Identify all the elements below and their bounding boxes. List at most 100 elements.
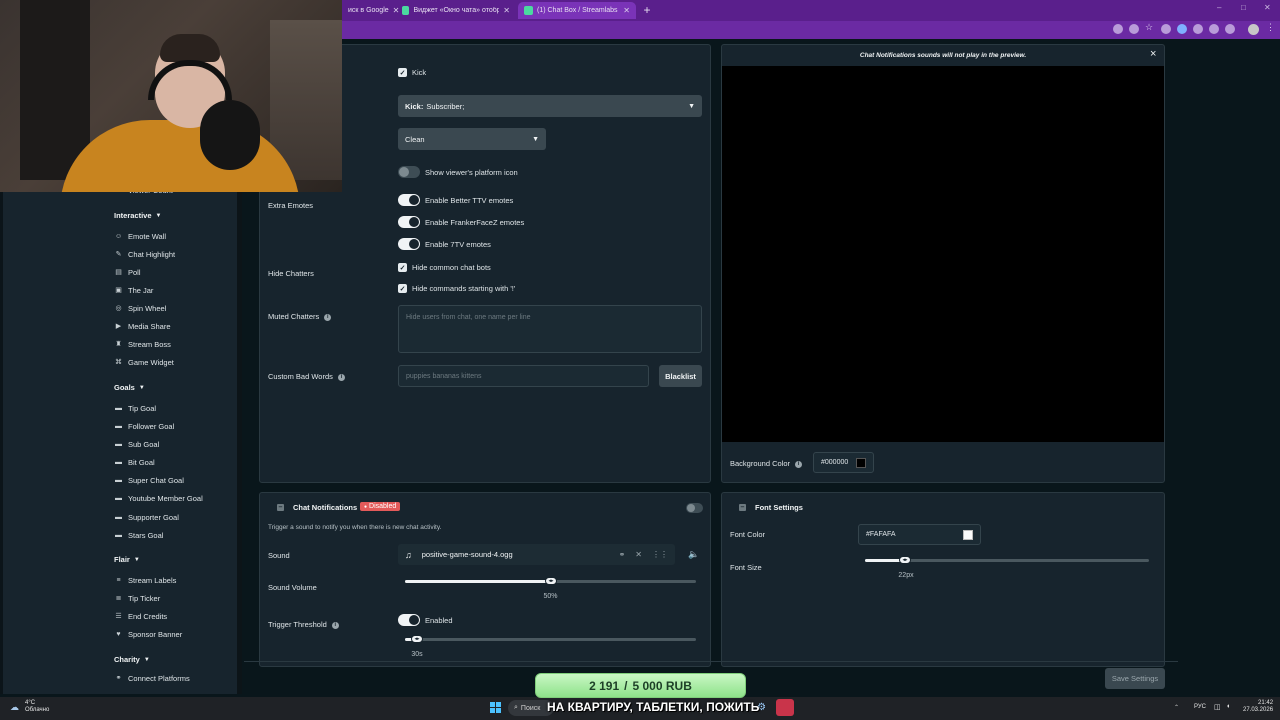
ffz-toggle[interactable]: [398, 216, 420, 228]
sidebar-item-stream-labels[interactable]: ≡ Stream Labels: [115, 576, 176, 585]
network-icon[interactable]: ◫: [1214, 703, 1221, 711]
sidebar-section-interactive[interactable]: Interactive ▼: [114, 211, 161, 220]
windows-start-icon[interactable]: [490, 702, 501, 713]
hide-bots-option[interactable]: ✓ Hide common chat bots: [398, 263, 491, 272]
browser-tab[interactable]: иск в Google ✕: [342, 2, 399, 19]
sidebar-item-the-jar[interactable]: ▣ The Jar: [115, 286, 153, 295]
sidebar-section-goals[interactable]: Goals ▼: [114, 383, 145, 392]
close-tab-icon[interactable]: ✕: [503, 6, 510, 15]
extension-icon[interactable]: [1225, 24, 1235, 34]
sidebar-item-emote-wall[interactable]: ☺ Emote Wall: [115, 232, 166, 241]
extension-icon[interactable]: [1129, 24, 1139, 34]
sidebar-item-chat-highlight[interactable]: ✎ Chat Highlight: [115, 250, 176, 259]
close-tab-icon[interactable]: ✕: [623, 6, 630, 15]
extension-icon[interactable]: [1161, 24, 1171, 34]
ffz-option[interactable]: Enable FrankerFaceZ emotes: [398, 216, 524, 228]
show-platform-icon-toggle[interactable]: [398, 166, 420, 178]
sidebar-item-label: Connect Platforms: [128, 674, 190, 683]
sidebar-item-game-widget[interactable]: ⌘ Game Widget: [115, 358, 174, 367]
link-icon[interactable]: ⚭: [619, 550, 626, 559]
clock[interactable]: 21:42 27.03.2026: [1243, 700, 1273, 714]
volume-slider[interactable]: ◂▸: [405, 577, 696, 585]
profile-avatar[interactable]: [1248, 24, 1259, 35]
sidebar-item-super-chat-goal[interactable]: ▬ Super Chat Goal: [115, 476, 184, 485]
more-menu-icon[interactable]: ⋮: [1266, 22, 1276, 32]
sidebar-item-sub-goal[interactable]: ▬ Sub Goal: [115, 440, 159, 449]
threshold-toggle[interactable]: [398, 614, 420, 626]
font-color-swatch[interactable]: [963, 529, 973, 540]
bad-words-input[interactable]: puppies bananas kittens: [398, 365, 649, 387]
threshold-slider[interactable]: ◂▸: [405, 635, 696, 643]
blacklist-button[interactable]: Blacklist: [659, 365, 702, 387]
sidebar-item-connect-platforms[interactable]: ⚭ Connect Platforms: [115, 674, 190, 683]
close-window-button[interactable]: ✕: [1264, 3, 1271, 12]
sidebar-item-follower-goal[interactable]: ▬ Follower Goal: [115, 422, 174, 431]
collapse-icon[interactable]: –: [739, 504, 746, 511]
sidebar-item-media-share[interactable]: ▶ Media Share: [115, 322, 171, 331]
hide-commands-checkbox[interactable]: ✓: [398, 284, 407, 293]
7tv-option[interactable]: Enable 7TV emotes: [398, 238, 491, 250]
sidebar-item-sponsor-banner[interactable]: ♥ Sponsor Banner: [115, 630, 182, 639]
kick-checkbox[interactable]: ✓: [398, 68, 407, 77]
background-color-input[interactable]: #000000: [813, 452, 874, 473]
hide-commands-option[interactable]: ✓ Hide commands starting with '!': [398, 284, 515, 293]
sidebar-item-supporter-goal[interactable]: ▬ Supporter Goal: [115, 513, 179, 522]
collapse-icon[interactable]: –: [277, 504, 284, 511]
theme-select[interactable]: Clean ▼: [398, 128, 546, 150]
browser-tab[interactable]: Виджет «Окно чата» отображае ✕: [396, 2, 516, 19]
sidebar-item-poll[interactable]: ▤ Poll: [115, 268, 140, 277]
maximize-button[interactable]: □: [1241, 3, 1246, 12]
info-icon[interactable]: i: [337, 373, 345, 381]
sound-file-field[interactable]: ♫ positive-game-sound-4.ogg ⚭ ✕ ⋮⋮: [398, 544, 675, 565]
sidebar-item-stars-goal[interactable]: ▬ Stars Goal: [115, 531, 163, 540]
taskbar-app-icon[interactable]: [776, 699, 794, 716]
new-tab-button[interactable]: +: [640, 2, 654, 18]
show-platform-icon-option[interactable]: Show viewer's platform icon: [398, 166, 518, 178]
minimize-button[interactable]: –: [1217, 3, 1221, 12]
sidebar-item-tip-goal[interactable]: ▬ Tip Goal: [115, 404, 156, 413]
weather-widget[interactable]: 4°C Облачно: [25, 700, 49, 714]
grid-icon[interactable]: ⋮⋮: [652, 550, 668, 559]
close-notice-icon[interactable]: ×: [1150, 49, 1156, 60]
sidebar-item-end-credits[interactable]: ☰ End Credits: [115, 612, 167, 621]
font-color-input[interactable]: #FAFAFA: [858, 524, 981, 545]
language-indicator[interactable]: РУС: [1194, 704, 1206, 710]
extension-icon[interactable]: [1177, 24, 1187, 34]
font-size-slider[interactable]: ◂▸: [865, 556, 1149, 564]
extension-icon[interactable]: [1113, 24, 1123, 34]
sidebar-item-tip-ticker[interactable]: ≣ Tip Ticker: [115, 594, 161, 603]
kick-option[interactable]: ✓ Kick: [398, 68, 426, 77]
sidebar-section-charity[interactable]: Charity ▼: [114, 655, 150, 664]
save-settings-button[interactable]: Save Settings: [1105, 668, 1165, 689]
info-icon[interactable]: i: [324, 313, 332, 321]
speaker-icon[interactable]: 🔈: [688, 549, 699, 560]
background-color-swatch[interactable]: [856, 457, 866, 468]
extension-icon[interactable]: [1209, 24, 1219, 34]
info-icon[interactable]: i: [331, 621, 339, 629]
notifications-toggle[interactable]: [686, 503, 703, 513]
extension-icon[interactable]: [1193, 24, 1203, 34]
sidebar-section-flair[interactable]: Flair ▼: [114, 555, 140, 564]
threshold-slider-handle[interactable]: ◂▸: [411, 635, 423, 643]
gamepad-icon: ⌘: [115, 359, 122, 366]
sidebar-item-stream-boss[interactable]: ♜ Stream Boss: [115, 340, 171, 349]
goal-icon: ▬: [115, 532, 122, 539]
info-icon[interactable]: i: [795, 460, 803, 468]
bttv-option[interactable]: Enable Better TTV emotes: [398, 194, 513, 206]
volume-icon[interactable]: ◖: [1226, 703, 1230, 710]
sidebar-item-bit-goal[interactable]: ▬ Bit Goal: [115, 458, 155, 467]
volume-slider-handle[interactable]: ◂▸: [545, 577, 557, 585]
threshold-enabled-option[interactable]: Enabled: [398, 614, 453, 626]
sidebar-item-youtube-member-goal[interactable]: ▬ Youtube Member Goal: [115, 494, 203, 503]
hide-bots-checkbox[interactable]: ✓: [398, 263, 407, 272]
tray-chevron-icon[interactable]: ⌃: [1174, 704, 1179, 711]
bttv-toggle[interactable]: [398, 194, 420, 206]
star-icon[interactable]: ☆: [1145, 22, 1155, 32]
platform-select[interactable]: Kick: Subscriber; ▼: [398, 95, 702, 117]
font-size-slider-handle[interactable]: ◂▸: [899, 556, 911, 564]
muted-chatters-textarea[interactable]: Hide users from chat, one name per line: [398, 305, 702, 353]
7tv-toggle[interactable]: [398, 238, 420, 250]
clear-icon[interactable]: ✕: [635, 550, 642, 559]
browser-tab-active[interactable]: (1) Chat Box / Streamlabs ✕: [518, 2, 636, 19]
sidebar-item-spin-wheel[interactable]: ◎ Spin Wheel: [115, 304, 166, 313]
